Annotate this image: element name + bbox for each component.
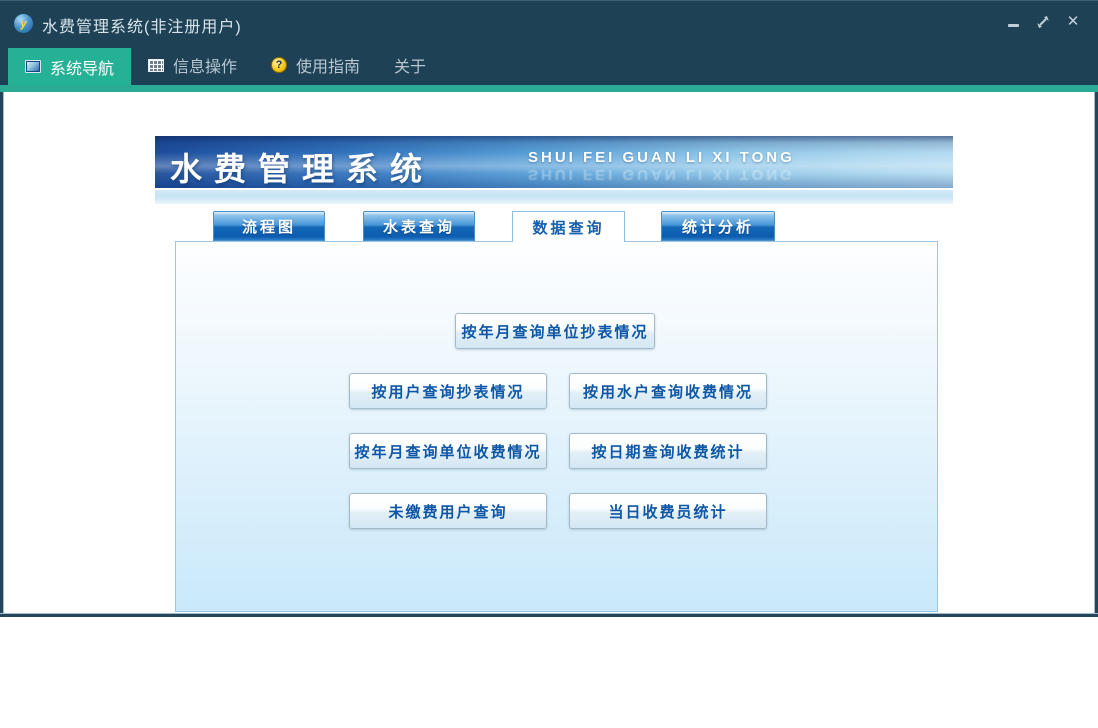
help-icon: ?: [271, 57, 288, 73]
window-border-bottom: [0, 613, 1098, 617]
today-collector-stats-button[interactable]: 当日收费员统计: [569, 493, 767, 529]
grid-icon: [148, 58, 165, 72]
window-border-left: [0, 92, 4, 617]
query-water-user-fee-button[interactable]: 按用水户查询收费情况: [569, 373, 767, 409]
menu-label: 使用指南: [296, 59, 361, 76]
restore-icon: [1037, 16, 1049, 28]
banner: 水费管理系统 SHUI FEI GUAN LI XI TONG SHUI FEI…: [155, 136, 953, 188]
window-controls: ✕: [1004, 13, 1082, 31]
banner-title: 水费管理系统: [170, 151, 435, 187]
tab-flow-chart[interactable]: 流程图: [213, 211, 325, 241]
banner-subtitle-reflection: SHUI FEI GUAN LI XI TONG: [528, 166, 795, 183]
tab-data-query[interactable]: 数据查询: [512, 211, 625, 242]
query-monthly-unit-fee-button[interactable]: 按年月查询单位收费情况: [349, 433, 547, 469]
banner-subtitle-group: SHUI FEI GUAN LI XI TONG SHUI FEI GUAN L…: [528, 149, 795, 183]
menu-accent-strip: [0, 85, 1098, 92]
query-fee-stats-by-date-button[interactable]: 按日期查询收费统计: [569, 433, 767, 469]
window-border-right: [1094, 92, 1098, 617]
query-monthly-unit-meter-reading-button[interactable]: 按年月查询单位抄表情况: [455, 313, 655, 349]
menu-bar: 系统导航 信息操作 ? 使用指南 关于: [0, 45, 1098, 85]
banner-lower-strip: [155, 188, 953, 204]
menu-label: 关于: [394, 59, 427, 76]
close-button[interactable]: ✕: [1064, 13, 1082, 31]
menu-label: 系统导航: [50, 60, 115, 78]
minimize-button[interactable]: [1004, 13, 1022, 31]
menu-item-info-ops[interactable]: 信息操作: [131, 45, 254, 85]
window-title: 水费管理系统(非注册用户): [42, 19, 242, 36]
query-user-meter-reading-button[interactable]: 按用户查询抄表情况: [349, 373, 547, 409]
banner-subtitle: SHUI FEI GUAN LI XI TONG: [528, 149, 795, 166]
app-logo-icon: y: [14, 14, 33, 33]
menu-label: 信息操作: [173, 59, 238, 76]
menu-item-system-nav[interactable]: 系统导航: [8, 48, 132, 85]
menu-item-about[interactable]: 关于: [377, 45, 443, 85]
restore-button[interactable]: [1034, 13, 1052, 31]
query-unpaid-users-button[interactable]: 未缴费用户查询: [349, 493, 547, 529]
tab-statistics-analysis[interactable]: 统计分析: [661, 211, 775, 241]
menu-item-user-guide[interactable]: ? 使用指南: [254, 45, 377, 85]
data-query-panel: [175, 241, 938, 612]
title-bar: y 水费管理系统(非注册用户) ✕: [0, 0, 1098, 45]
app-window: y 水费管理系统(非注册用户) ✕ 系统导航 信息操作 ? 使用指南 关于 水费…: [0, 0, 1098, 728]
window-icon: [25, 60, 41, 73]
tab-water-meter-query[interactable]: 水表查询: [363, 211, 475, 241]
minimize-icon: [1007, 23, 1019, 27]
